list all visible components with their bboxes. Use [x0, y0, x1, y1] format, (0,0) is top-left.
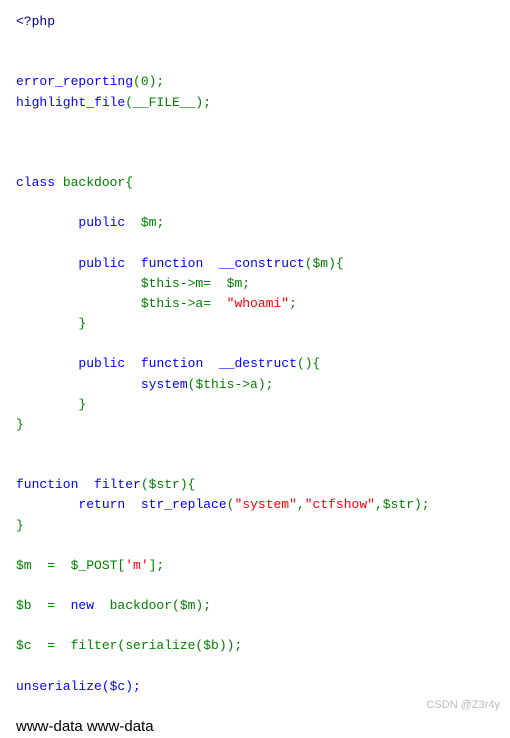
prop-m: $m; — [141, 215, 164, 230]
watermark: CSDN @Z3r4y — [426, 697, 500, 714]
class-name: backdoor{ — [55, 175, 133, 190]
kw-new: new — [71, 598, 94, 613]
str-m: 'm' — [125, 558, 148, 573]
fn-filter: filter — [94, 477, 141, 492]
call-system: system — [141, 377, 188, 392]
code-block: <?php error_reporting(0); highlight_file… — [16, 12, 494, 697]
assign-m: $this->m= $m; — [141, 276, 250, 291]
php-open-tag: <?php — [16, 14, 55, 29]
execution-output: www-data www-data — [16, 715, 494, 738]
str-system: "system" — [234, 497, 296, 512]
fn-destruct: __destruct — [219, 356, 297, 371]
call-unserialize: unserialize($c); — [16, 679, 141, 694]
fn-construct: __construct — [219, 256, 305, 271]
fn-highlight-file: highlight_file — [16, 95, 125, 110]
fn-error-reporting: error_reporting — [16, 74, 133, 89]
kw-class: class — [16, 175, 55, 190]
assign-c: $c = filter(serialize($b)); — [16, 638, 242, 653]
str-whoami: "whoami" — [227, 296, 289, 311]
fn-str-replace: str_replace — [141, 497, 227, 512]
kw-return: return — [78, 497, 125, 512]
str-ctfshow: "ctfshow" — [305, 497, 375, 512]
